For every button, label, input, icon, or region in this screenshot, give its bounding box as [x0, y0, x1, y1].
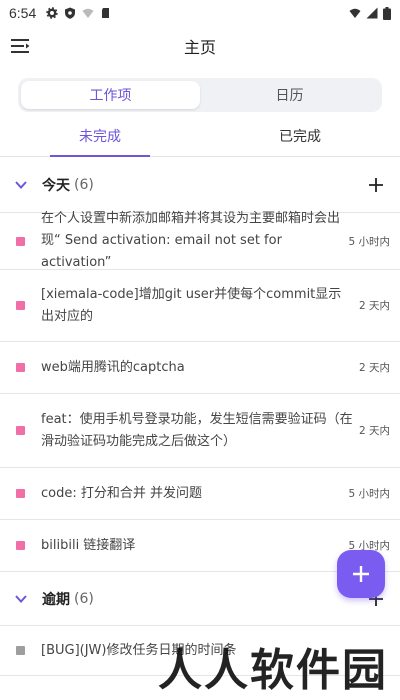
task-row[interactable]: feat：使用手机号登录功能，发生短信需要验证码（在滑动验证码功能完成之后做这个…	[0, 394, 400, 468]
priority-dot	[16, 236, 25, 246]
view-switcher: 工作项 日历	[18, 78, 382, 112]
task-row[interactable]: [xiemala-code]增加git user并使每个commit显示出对应的…	[0, 270, 400, 342]
task-title: feat：使用手机号登录功能，发生短信需要验证码（在滑动验证码功能完成之后做这个…	[41, 411, 353, 449]
section-count: (6)	[74, 176, 94, 193]
priority-dot	[16, 541, 25, 550]
section-count: (6)	[74, 590, 94, 607]
page-title: 主页	[183, 38, 216, 57]
task-title: [xiemala-code]增加git user并使每个commit显示出对应的	[41, 286, 342, 324]
add-task-icon[interactable]	[368, 177, 384, 193]
shield-status-icon	[65, 7, 76, 19]
plus-icon	[353, 566, 369, 582]
task-title: code: 打分和合并 并发问题	[41, 485, 202, 501]
tab-calendar[interactable]: 日历	[200, 81, 379, 109]
priority-dot	[16, 646, 25, 655]
section-title: 今天	[42, 177, 70, 194]
section-header-today[interactable]: 今天 (6)	[0, 157, 400, 213]
task-due: 5 小时内	[348, 235, 390, 248]
status-right	[349, 6, 391, 20]
task-due: 2 天内	[358, 425, 390, 437]
task-title: 在个人设置中新添加邮箱并将其设为主要邮箱时会出现“ Send activatio…	[41, 211, 341, 270]
task-row[interactable]: code: 打分和合并 并发问题 5 小时内	[0, 468, 400, 520]
signal-status-icon	[366, 7, 378, 19]
section-title: 逾期	[42, 591, 70, 608]
wifi-off-status-icon	[82, 8, 94, 18]
chevron-down-icon[interactable]	[14, 178, 28, 192]
menu-icon[interactable]	[11, 37, 31, 55]
sim-card-status-icon	[102, 8, 110, 18]
priority-dot	[16, 363, 25, 372]
wifi-status-icon	[349, 8, 361, 18]
app-bar: 主页	[0, 26, 400, 66]
add-fab-button[interactable]	[337, 550, 385, 598]
priority-dot	[16, 426, 25, 435]
priority-dot	[16, 489, 25, 498]
task-title: bilibili 链接翻译	[41, 537, 136, 553]
watermark: 人人软件园	[158, 645, 388, 696]
task-title: web端用腾讯的captcha	[41, 359, 185, 375]
status-tabs: 未完成 已完成	[0, 115, 400, 157]
task-due: 5 小时内	[348, 488, 390, 500]
tab-work-items[interactable]: 工作项	[21, 81, 200, 109]
battery-status-icon	[383, 6, 391, 20]
task-row[interactable]: web端用腾讯的captcha 2 天内	[0, 342, 400, 394]
task-due: 2 天内	[358, 362, 390, 374]
priority-dot	[16, 301, 25, 310]
chevron-down-icon[interactable]	[14, 592, 28, 606]
tab-completed[interactable]: 已完成	[200, 115, 400, 156]
tab-incomplete[interactable]: 未完成	[0, 115, 200, 156]
task-row[interactable]: 在个人设置中新添加邮箱并将其设为主要邮箱时会出现“ Send activatio…	[0, 211, 400, 270]
settings-status-icon	[46, 7, 58, 19]
status-left: 6:54	[9, 5, 112, 21]
task-due: 2 天内	[358, 300, 390, 312]
status-bar: 6:54	[0, 0, 400, 26]
status-time: 6:54	[9, 5, 37, 21]
